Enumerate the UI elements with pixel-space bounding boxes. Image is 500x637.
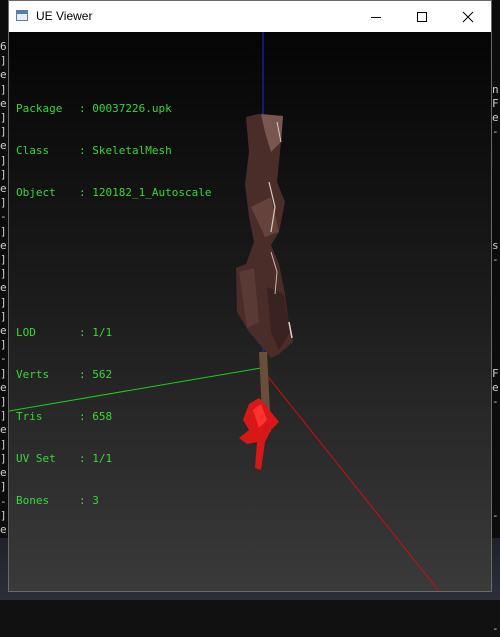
- maximize-icon: [417, 11, 427, 22]
- info-value: 1/1: [92, 326, 113, 339]
- info-key: Verts: [16, 368, 50, 381]
- info-row-class: Class: SkeletalMesh: [16, 144, 211, 158]
- info-key: Tris: [16, 410, 43, 423]
- info-row-bones: Bones: 3: [16, 494, 211, 508]
- axis-x-line: [260, 367, 440, 591]
- info-value: 658: [92, 410, 113, 423]
- info-row-tris: Tris: 658: [16, 410, 211, 424]
- ue-viewer-window[interactable]: UE Viewer Package: 00037226.upk Class:…: [8, 0, 492, 592]
- skeletal-mesh-model: [236, 114, 293, 470]
- info-value: 00037226.upk: [92, 102, 172, 115]
- info-sep: :: [79, 368, 86, 381]
- title-bar[interactable]: UE Viewer: [9, 1, 491, 32]
- info-value: 562: [92, 368, 113, 381]
- maximize-button[interactable]: [399, 1, 445, 32]
- minimize-icon: [371, 16, 381, 18]
- info-sep: :: [79, 326, 86, 339]
- info-row-uv-set: UV Set: 1/1: [16, 452, 211, 466]
- 3d-viewport[interactable]: Package: 00037226.upk Class: SkeletalMes…: [9, 32, 491, 591]
- window-title: UE Viewer: [36, 9, 93, 23]
- close-icon: [462, 11, 474, 22]
- mesh-info-overlay: Package: 00037226.upk Class: SkeletalMes…: [16, 46, 211, 564]
- info-key: Package: [16, 102, 63, 115]
- info-key: Object: [16, 186, 56, 199]
- info-value: 3: [92, 494, 99, 507]
- info-sep: :: [79, 102, 86, 115]
- info-key: Class: [16, 144, 50, 157]
- info-sep: :: [79, 144, 86, 157]
- object-info-block: Package: 00037226.upk Class: SkeletalMes…: [16, 74, 211, 228]
- app-window-icon: [16, 10, 28, 21]
- background-console-text-left: 6 ] e ] e ] ] e ] ] e ] - ] e ] ] e ] ] …: [0, 40, 7, 550]
- info-sep: :: [79, 494, 86, 507]
- info-sep: :: [79, 410, 86, 423]
- info-row-object: Object: 120182_1_Autoscale: [16, 186, 211, 200]
- info-key: UV Set: [16, 452, 56, 465]
- close-button[interactable]: [445, 1, 491, 32]
- info-value: 120182_1_Autoscale: [92, 186, 212, 199]
- minimize-button[interactable]: [353, 1, 399, 32]
- info-row-package: Package: 00037226.upk: [16, 102, 211, 116]
- info-row-lod: LOD: 1/1: [16, 326, 211, 340]
- info-sep: :: [79, 186, 86, 199]
- info-key: LOD: [16, 326, 36, 339]
- info-value: 1/1: [92, 452, 113, 465]
- info-value: SkeletalMesh: [92, 144, 172, 157]
- mesh-stats-block: LOD: 1/1 Verts: 562 Tris: 658 UV Set: 1/…: [16, 298, 211, 536]
- info-key: Bones: [16, 494, 50, 507]
- info-row-verts: Verts: 562: [16, 368, 211, 382]
- info-sep: :: [79, 452, 86, 465]
